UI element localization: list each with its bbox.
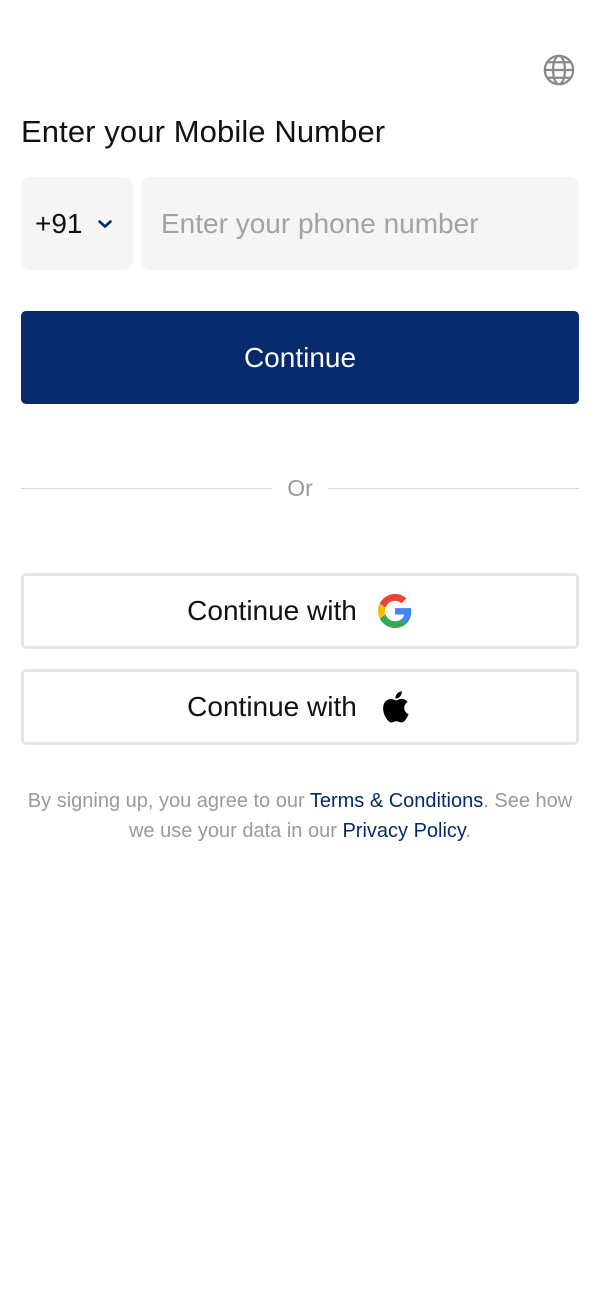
or-label: Or	[287, 474, 313, 501]
divider-line-right	[327, 487, 579, 489]
terms-notice: By signing up, you agree to our Terms & …	[21, 786, 579, 846]
phone-field-container	[141, 177, 579, 270]
phone-number-input[interactable]	[141, 177, 579, 270]
terms-prefix-text: By signing up, you agree to our	[27, 790, 310, 812]
page-title: Enter your Mobile Number	[21, 114, 386, 149]
language-button[interactable]	[541, 52, 577, 88]
google-logo-icon	[377, 593, 413, 629]
continue-with-apple-button[interactable]: Continue with	[21, 669, 579, 745]
chevron-down-icon	[97, 218, 113, 230]
country-code-value: +91	[35, 207, 83, 239]
globe-icon	[543, 54, 575, 86]
terms-conditions-link[interactable]: Terms & Conditions	[310, 790, 483, 812]
privacy-policy-link[interactable]: Privacy Policy	[342, 820, 465, 842]
login-screen: Enter your Mobile Number +91 Continue Or…	[0, 0, 600, 1299]
divider-line-left	[21, 487, 273, 489]
or-divider: Or	[21, 472, 579, 504]
google-button-label: Continue with	[187, 595, 357, 626]
continue-with-google-button[interactable]: Continue with	[21, 573, 579, 649]
country-code-selector[interactable]: +91	[21, 177, 133, 270]
apple-logo-icon	[377, 689, 413, 725]
apple-button-label: Continue with	[187, 691, 357, 722]
terms-suffix-text: .	[465, 820, 472, 842]
continue-button[interactable]: Continue	[21, 311, 579, 404]
